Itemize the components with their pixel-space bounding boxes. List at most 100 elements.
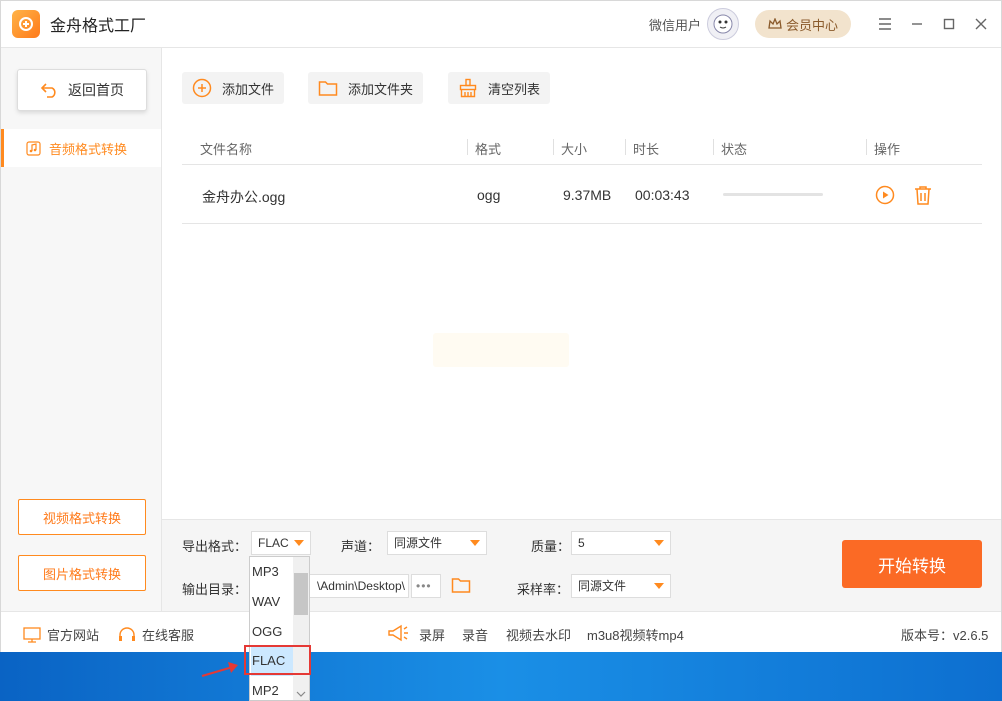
minimize-icon: [912, 23, 922, 25]
format-option-mp3[interactable]: MP3: [251, 557, 294, 587]
online-support-label: 在线客服: [142, 628, 195, 643]
conversion-progress-bar: [723, 193, 823, 196]
column-header-format: 格式: [475, 142, 502, 157]
export-format-select[interactable]: FLAC: [251, 531, 311, 555]
highlight-box: [244, 645, 311, 675]
online-support-link[interactable]: 在线客服: [118, 625, 194, 644]
more-dots: •••: [416, 579, 432, 593]
scroll-down-chevron-icon[interactable]: [296, 691, 306, 698]
back-home-button[interactable]: 返回首页: [17, 69, 147, 111]
desktop-taskbar-background: [0, 652, 1002, 701]
faded-placeholder: [433, 333, 569, 367]
audio-record-link[interactable]: 录音: [462, 625, 488, 644]
return-arrow-icon: [40, 83, 56, 98]
file-table-header: 文件名称 格式 大小 时长 状态 操作: [182, 129, 982, 165]
column-header-actions: 操作: [874, 142, 901, 157]
channel-label: 声道：: [341, 539, 381, 554]
output-dir-value: \Admin\Desktop\: [316, 579, 405, 593]
hamburger-icon: [879, 18, 891, 30]
dropdown-scrollbar[interactable]: [293, 557, 309, 700]
m3u8-convert-label: m3u8视频转mp4: [587, 628, 684, 643]
format-option-wav[interactable]: WAV: [251, 587, 294, 617]
official-website-link[interactable]: 官方网站: [23, 625, 99, 644]
clear-list-label: 清空列表: [488, 81, 541, 97]
output-dir-label: 输出目录：: [182, 582, 248, 597]
sample-rate-select[interactable]: 同源文件: [571, 574, 671, 598]
vip-center-button[interactable]: 会员中心: [755, 10, 851, 38]
start-convert-button[interactable]: 开始转换: [842, 540, 982, 588]
app-window: 金舟格式工厂 微信用户 会员中心 返回首页 音频格式转换 视频格式转换 图片格式…: [0, 0, 1002, 652]
headset-icon: [119, 626, 135, 641]
back-home-label: 返回首页: [68, 82, 124, 98]
sidebar-item-label: 音频格式转换: [49, 141, 128, 157]
add-folder-button[interactable]: 添加文件夹: [308, 72, 424, 104]
screen-record-link[interactable]: 录屏: [419, 625, 445, 644]
footer-bar: 官方网站 在线客服 录屏 录音 视频去水印 m3u8视频转mp4 版本号：v2.…: [1, 611, 1001, 652]
browse-more-button[interactable]: •••: [411, 574, 441, 598]
m3u8-convert-link[interactable]: m3u8视频转mp4: [587, 625, 684, 644]
quality-select[interactable]: 5: [571, 531, 671, 555]
export-format-dropdown-list[interactable]: MP3 WAV OGG FLAC MP2: [249, 556, 310, 701]
export-format-value: FLAC: [258, 536, 289, 550]
minimize-button[interactable]: [901, 8, 933, 40]
megaphone-icon: [388, 624, 408, 642]
watermark-remove-label: 视频去水印: [506, 628, 572, 643]
column-header-status: 状态: [721, 142, 748, 157]
column-header-size: 大小: [561, 142, 588, 157]
file-duration-cell: 00:03:43: [635, 187, 690, 203]
channel-select[interactable]: 同源文件: [387, 531, 487, 555]
add-folder-label: 添加文件夹: [348, 81, 414, 97]
format-option-ogg[interactable]: OGG: [251, 617, 294, 647]
video-convert-button[interactable]: 视频格式转换: [18, 499, 146, 535]
user-avatar[interactable]: [707, 8, 739, 40]
sample-rate-label: 采样率：: [517, 582, 570, 597]
dropdown-caret-icon: [470, 540, 480, 546]
column-header-name: 文件名称: [200, 142, 253, 157]
plus-circle-icon: [192, 78, 212, 98]
open-folder-icon[interactable]: [451, 576, 471, 594]
add-file-label: 添加文件: [222, 81, 275, 97]
user-name[interactable]: 微信用户: [649, 15, 701, 34]
sidebar: 返回首页 音频格式转换 视频格式转换 图片格式转换: [1, 48, 162, 611]
close-icon: [975, 18, 987, 30]
pointer-arrow-icon: [201, 662, 238, 678]
monitor-icon: [23, 626, 41, 643]
trash-icon[interactable]: [913, 185, 933, 205]
folder-icon: [318, 81, 338, 96]
dropdown-caret-icon: [294, 540, 304, 546]
column-header-duration: 时长: [633, 142, 660, 157]
close-button[interactable]: [965, 8, 997, 40]
maximize-button[interactable]: [933, 8, 965, 40]
app-logo-icon: [12, 10, 40, 38]
clear-list-button[interactable]: 清空列表: [448, 72, 551, 104]
vip-center-label: 会员中心: [785, 17, 838, 33]
broom-icon: [459, 78, 477, 98]
add-file-button[interactable]: 添加文件: [182, 72, 285, 104]
channel-value: 同源文件: [394, 536, 443, 550]
export-format-label: 导出格式：: [182, 539, 248, 554]
version-info: 版本号：v2.6.5: [901, 625, 988, 644]
maximize-icon: [943, 18, 955, 30]
play-icon[interactable]: [875, 185, 895, 205]
scrollbar-thumb[interactable]: [294, 573, 308, 615]
crown-icon: [768, 18, 782, 29]
dropdown-caret-icon: [654, 583, 664, 589]
format-option-mp2[interactable]: MP2: [251, 676, 294, 700]
official-website-label: 官方网站: [47, 628, 100, 643]
title-bar: 金舟格式工厂 微信用户 会员中心: [1, 1, 1001, 48]
quality-label: 质量：: [531, 539, 571, 554]
dropdown-caret-icon: [654, 540, 664, 546]
watermark-remove-link[interactable]: 视频去水印: [506, 625, 571, 644]
version-label: 版本号：v2.6.5: [901, 628, 989, 643]
screen-record-label: 录屏: [419, 628, 446, 643]
file-size-cell: 9.37MB: [563, 187, 612, 203]
image-convert-button[interactable]: 图片格式转换: [18, 555, 146, 591]
menu-button[interactable]: [869, 8, 901, 40]
sample-rate-value: 同源文件: [578, 579, 627, 593]
audio-record-label: 录音: [462, 628, 489, 643]
file-format-cell: ogg: [477, 187, 501, 203]
sidebar-item-audio-convert[interactable]: 音频格式转换: [1, 129, 161, 167]
app-title: 金舟格式工厂: [50, 18, 147, 35]
quality-value: 5: [578, 536, 585, 550]
table-row[interactable]: 金舟办公.ogg ogg 9.37MB 00:03:43: [182, 166, 982, 224]
